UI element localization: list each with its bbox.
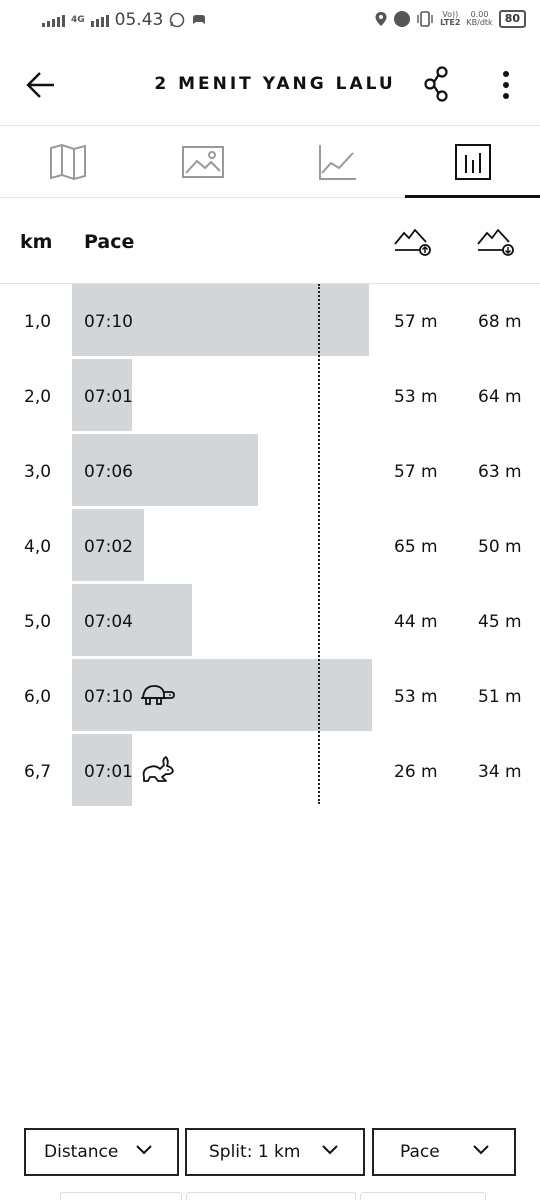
split-row: 1,0 07:10 57 m 68 m (0, 284, 540, 359)
split-pace: 07:10 (84, 687, 133, 707)
whatsapp-icon (170, 12, 185, 28)
pace-dropdown[interactable]: Pace (372, 1128, 516, 1176)
chevron-down-icon (136, 1145, 152, 1155)
split-row: 2,0 07:01 53 m 64 m (0, 359, 540, 434)
pace-dropdown-label: Pace (400, 1142, 440, 1162)
distance-dropdown-label: Distance (44, 1142, 119, 1162)
tab-photos[interactable] (135, 126, 270, 197)
split-ascent: 53 m (394, 687, 438, 707)
more-options-icon[interactable] (494, 68, 518, 102)
chevron-down-icon (473, 1145, 489, 1155)
split-row: 6,7 07:01 26 m 34 m (0, 734, 540, 809)
split-descent: 45 m (478, 612, 522, 632)
split-row: 5,0 07:04 44 m 45 m (0, 584, 540, 659)
split-descent: 34 m (478, 762, 522, 782)
bar-chart-icon (454, 143, 491, 180)
column-pace: Pace (84, 231, 135, 253)
signal-icon-2 (90, 13, 109, 27)
split-row: 4,0 07:02 65 m 50 m (0, 509, 540, 584)
split-row: 6,0 07:10 53 m 51 m (0, 659, 540, 734)
battery-icon: 80 (498, 10, 526, 28)
page-title: 2 MENIT YANG LALU (154, 74, 396, 94)
game-icon (193, 15, 206, 24)
split-ascent: 26 m (394, 762, 438, 782)
split-pace: 07:06 (84, 462, 133, 482)
split-km: 2,0 (24, 387, 52, 407)
split-descent: 68 m (478, 312, 522, 332)
speed-unit: KB/dtk (466, 18, 493, 27)
distance-dropdown[interactable]: Distance (24, 1128, 179, 1176)
split-descent: 50 m (478, 537, 522, 557)
split-km: 6,0 (24, 687, 52, 707)
split-km: 4,0 (24, 537, 52, 557)
split-ascent: 57 m (394, 462, 438, 482)
split-ascent: 44 m (394, 612, 438, 632)
signal-icon (42, 13, 65, 27)
network-type: 4G (71, 14, 85, 25)
split-ascent: 65 m (394, 537, 438, 557)
split-descent: 64 m (478, 387, 522, 407)
clock: 05.43 (114, 10, 164, 30)
average-pace-line (318, 284, 320, 804)
splits-list: 1,0 07:10 57 m 68 m 2,0 07:01 53 m 64 m … (0, 284, 540, 808)
back-arrow-icon[interactable] (24, 68, 58, 102)
location-icon (375, 12, 387, 26)
tab-splits[interactable] (405, 126, 540, 198)
split-pace: 07:01 (84, 387, 133, 407)
split-km: 1,0 (24, 312, 52, 332)
chevron-down-icon (322, 1145, 338, 1155)
split-km: 6,7 (24, 762, 52, 782)
split-pace: 07:10 (84, 312, 133, 332)
descent-icon (477, 228, 514, 256)
top-app-bar: 2 MENIT YANG LALU (0, 44, 540, 126)
split-row: 3,0 07:06 57 m 63 m (0, 434, 540, 509)
split-km: 3,0 (24, 462, 52, 482)
bottom-edge-hint (60, 1192, 182, 1200)
bottom-edge-hint (186, 1192, 356, 1200)
split-ascent: 53 m (394, 387, 438, 407)
alarm-icon (394, 11, 411, 27)
split-dropdown-label: Split: 1 km (209, 1142, 301, 1162)
column-km: km (20, 231, 53, 253)
split-ascent: 57 m (394, 312, 438, 332)
share-icon[interactable] (422, 66, 452, 102)
split-km: 5,0 (24, 612, 52, 632)
ascent-icon (394, 228, 431, 256)
line-chart-icon (318, 144, 356, 180)
splits-header: km Pace (0, 198, 540, 284)
bottom-edge-hint (360, 1192, 486, 1200)
split-descent: 51 m (478, 687, 522, 707)
status-bar: 4G 05.43 Vo)) LTE2 0.00 KB/dtk 80 (0, 0, 540, 44)
view-tabs (0, 126, 540, 198)
split-descent: 63 m (478, 462, 522, 482)
map-icon (49, 143, 86, 180)
split-pace: 07:04 (84, 612, 133, 632)
lte-label: LTE2 (440, 18, 461, 27)
tab-graph[interactable] (270, 126, 405, 197)
rabbit-icon (142, 756, 174, 782)
split-pace: 07:02 (84, 537, 133, 557)
turtle-icon (141, 685, 175, 705)
split-pace: 07:01 (84, 762, 133, 782)
image-icon (181, 145, 224, 178)
split-dropdown[interactable]: Split: 1 km (185, 1128, 365, 1176)
battery-level: 80 (504, 12, 520, 25)
vibrate-icon (417, 11, 433, 27)
tab-map[interactable] (0, 126, 135, 197)
